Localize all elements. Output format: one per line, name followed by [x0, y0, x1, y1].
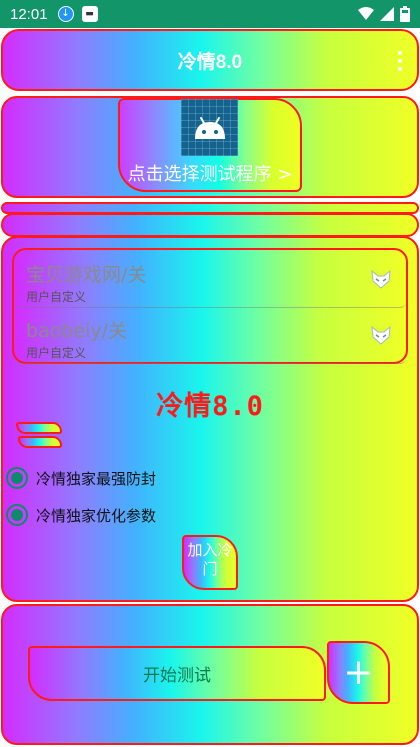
- start-test-button[interactable]: 开始测试: [28, 646, 326, 701]
- status-time: 12:01: [10, 5, 48, 23]
- option-anti-ban[interactable]: 冷情独家最强防封: [6, 464, 156, 492]
- list-item[interactable]: baobeiy/关 用户自定义: [14, 308, 406, 364]
- sim-manager-icon: ▬: [81, 6, 98, 22]
- app-title: 冷情8.0: [177, 51, 243, 73]
- add-button[interactable]: +: [327, 641, 390, 704]
- select-program-label: 点击选择测试程序 >: [127, 164, 293, 185]
- battery-icon: [400, 6, 410, 22]
- mini-chip[interactable]: [18, 436, 62, 448]
- radio-button[interactable]: [6, 467, 28, 489]
- more-vert-icon[interactable]: [397, 51, 403, 71]
- wifi-icon: [358, 7, 374, 20]
- fox-mask-icon: [371, 325, 391, 345]
- option-label: 冷情独家优化参数: [36, 506, 157, 525]
- option-label: 冷情独家最强防封: [36, 469, 157, 488]
- start-test-label: 开始测试: [143, 666, 211, 686]
- list-item-subtitle: 用户自定义: [26, 290, 87, 304]
- status-bar: 12:01 ↓ ▬: [0, 0, 420, 28]
- android-icon: [181, 99, 238, 156]
- option-optimize[interactable]: 冷情独家优化参数: [6, 501, 156, 529]
- list-item[interactable]: 宝贝游戏网/关 用户自定义: [14, 252, 406, 308]
- radio-button[interactable]: [6, 504, 28, 526]
- signal-icon: [380, 7, 394, 21]
- download-icon: ↓: [57, 6, 74, 22]
- mini-chip[interactable]: [16, 422, 62, 434]
- plus-icon: +: [343, 651, 374, 693]
- list-item-title: 宝贝游戏网/关: [26, 264, 147, 286]
- list-item-subtitle: 用户自定义: [26, 346, 87, 360]
- status-right-icons: [358, 6, 410, 22]
- app-bar: 冷情8.0: [1, 29, 419, 91]
- join-button[interactable]: 加入冷门: [182, 535, 238, 590]
- headline: 冷情8.0: [156, 391, 264, 422]
- divider-strip: [1, 213, 419, 237]
- fox-mask-icon: [371, 269, 391, 289]
- list-item-title: baobeiy/关: [26, 320, 128, 342]
